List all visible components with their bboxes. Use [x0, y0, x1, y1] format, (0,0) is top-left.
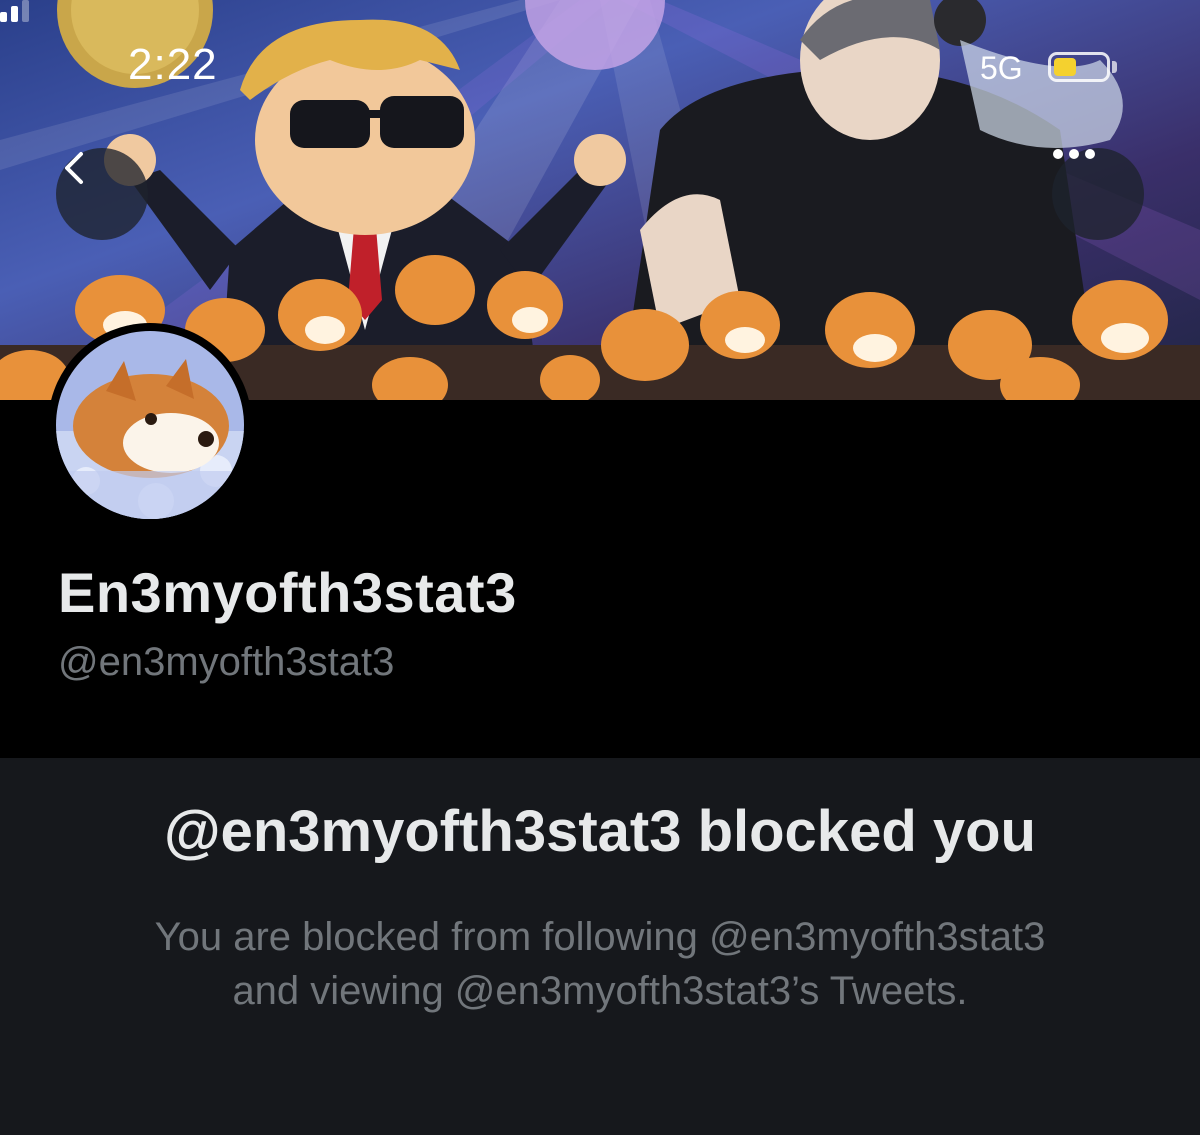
back-button[interactable] — [56, 148, 148, 240]
chevron-left-icon — [65, 152, 83, 184]
blocked-title: @en3myofth3stat3 blocked you — [164, 799, 1036, 864]
battery-cap — [1112, 61, 1117, 73]
avatar[interactable] — [48, 323, 252, 527]
display-name: En3myofth3stat3 — [58, 561, 517, 624]
battery-level — [1054, 58, 1076, 76]
network-type: 5G — [980, 50, 1023, 86]
avatar-image — [56, 331, 244, 519]
blocked-message-line-2: and viewing @en3myofth3stat3’s Tweets. — [232, 969, 968, 1013]
status-time: 2:22 — [128, 40, 218, 89]
battery-icon — [1048, 52, 1110, 82]
profile-handle: @en3myofth3stat3 — [58, 640, 395, 684]
blocked-message-line-1: You are blocked from following @en3myoft… — [154, 915, 1046, 959]
more-options-button[interactable] — [1052, 148, 1144, 240]
signal-icon — [0, 0, 29, 22]
blocked-message: You are blocked from following @en3myoft… — [60, 910, 1140, 1018]
more-horizontal-icon — [1053, 149, 1095, 159]
